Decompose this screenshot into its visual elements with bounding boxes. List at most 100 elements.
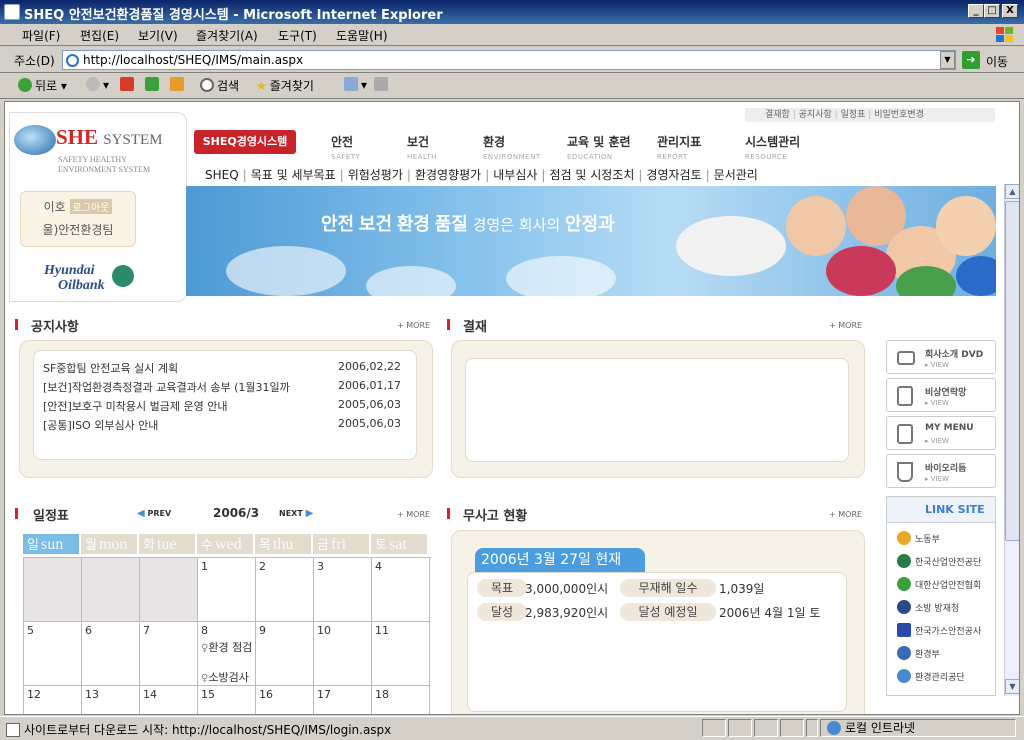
subnav-management-review[interactable]: 경영자검토 — [646, 168, 701, 182]
calendar-day[interactable]: 5 — [24, 622, 82, 686]
prev-arrow-icon: ◀ — [137, 508, 145, 519]
calendar-event[interactable]: ♀소방검사 — [201, 669, 252, 685]
logout-button[interactable]: 로그아웃 — [69, 199, 113, 214]
she-logo-icon — [14, 125, 56, 155]
page-icon — [6, 723, 20, 737]
banner-phrase: 경영은 회사의 — [472, 216, 561, 234]
mail-button[interactable]: ▾ — [344, 77, 367, 92]
nav-sheq-system[interactable]: SHEQ경영시스템 — [194, 130, 296, 154]
link-fire-agency[interactable]: 소방 방재청 — [897, 600, 959, 614]
print-button[interactable] — [374, 77, 391, 92]
link-kosha[interactable]: 한국산업안전공단 — [897, 554, 981, 568]
link-environment-ministry[interactable]: 환경부 — [897, 646, 940, 660]
util-link-approval-box[interactable]: 결재함 — [765, 110, 790, 120]
favorites-button[interactable]: ★ 즐겨찾기 — [256, 77, 314, 94]
menu-tools[interactable]: 도구(T) — [278, 27, 317, 44]
menu-view[interactable]: 보기(V) — [138, 27, 178, 44]
approval-more-link[interactable]: + MORE — [829, 321, 862, 330]
calendar-day[interactable]: 14 — [140, 686, 198, 714]
calendar-day[interactable]: 6 — [82, 622, 140, 686]
calendar-day[interactable]: 1 — [198, 558, 256, 622]
calendar-day[interactable]: 11 — [372, 622, 430, 686]
status-bar: 사이트로부터 다운로드 시작: http://localhost/SHEQ/IM… — [0, 716, 1024, 740]
calendar-day[interactable]: 13 — [82, 686, 140, 714]
zone-label: 로컬 인트라넷 — [845, 721, 916, 735]
calendar-day[interactable]: 16 — [256, 686, 314, 714]
nav-report[interactable]: 관리지표 REPORT — [657, 133, 701, 161]
subnav-inspection[interactable]: 점검 및 시정조치 — [549, 168, 634, 182]
company-dvd-view: ▸ VIEW — [925, 361, 949, 369]
menu-file[interactable]: 파일(F) — [22, 27, 60, 44]
subnav-sheq[interactable]: SHEQ — [205, 168, 239, 182]
address-dropdown-button[interactable]: ▼ — [940, 51, 955, 69]
calendar-day[interactable]: 7 — [140, 622, 198, 686]
refresh-button[interactable] — [145, 77, 162, 92]
calendar-day[interactable]: 15 — [198, 686, 256, 714]
util-link-change-password[interactable]: 비밀번호변경 — [874, 110, 924, 120]
notice-more-link[interactable]: + MORE — [397, 321, 430, 330]
scroll-down-button[interactable]: ▼ — [1005, 679, 1019, 694]
stop-button[interactable] — [120, 77, 137, 92]
menu-help[interactable]: 도움말(H) — [336, 27, 388, 44]
close-button[interactable]: X — [1002, 4, 1018, 18]
calendar-day[interactable]: 18 — [372, 686, 430, 714]
biorhythm-button[interactable]: 바이오리듬 ▸ VIEW — [886, 454, 996, 488]
nav-safety-label: 안전 — [331, 135, 354, 149]
my-menu-button[interactable]: MY MENU ▸ VIEW — [886, 416, 996, 450]
emergency-contacts-button[interactable]: 비상연락망 ▸ VIEW — [886, 378, 996, 412]
menu-favorites[interactable]: 즐겨찾기(A) — [196, 27, 258, 44]
forward-button[interactable]: ▾ — [86, 77, 109, 92]
link-safety-association[interactable]: 대한산업안전협회 — [897, 577, 981, 591]
link-gas-safety[interactable]: 한국가스안전공사 — [897, 623, 981, 637]
target-label: 목표 — [477, 579, 527, 597]
calendar-day[interactable]: 2 — [256, 558, 314, 622]
banner-people-image — [636, 186, 996, 296]
subnav-risk-assessment[interactable]: 위험성평가 — [348, 168, 403, 182]
util-link-notice[interactable]: 공지사항 — [799, 110, 832, 120]
util-link-schedule[interactable]: 일정표 — [841, 110, 866, 120]
window-title: SHEQ 안전보건환경품질 경영시스템 - Microsoft Internet… — [24, 8, 443, 23]
security-zone: 로컬 인트라넷 — [820, 719, 1016, 737]
calendar-day[interactable]: 12 — [24, 686, 82, 714]
nav-education[interactable]: 교육 및 훈련 EDUCATION — [567, 133, 631, 161]
days-label: 무재해 일수 — [620, 579, 716, 597]
scroll-up-button[interactable]: ▲ — [1005, 184, 1019, 199]
go-button[interactable]: ➔ 이동 — [962, 51, 1020, 69]
link-labor-ministry[interactable]: 노동부 — [897, 531, 940, 545]
subnav-env-impact[interactable]: 환경영향평가 — [415, 168, 481, 182]
calendar-next-button[interactable]: NEXT ▶ — [279, 508, 313, 519]
vertical-scrollbar[interactable]: ▲ ▼ — [1004, 184, 1019, 696]
calendar-event[interactable]: ♀환경 점검 — [201, 639, 252, 655]
back-button[interactable]: 뒤로 ▾ — [18, 77, 67, 94]
subnav-documents[interactable]: 문서관리 — [714, 168, 758, 182]
title-bar: SHEQ 안전보건환경품질 경영시스템 - Microsoft Internet… — [0, 0, 1024, 24]
search-button[interactable]: 검색 — [200, 77, 239, 94]
minimize-button[interactable]: _ — [968, 4, 984, 18]
maximize-button[interactable]: □ — [984, 4, 1000, 18]
calendar-day[interactable]: 4 — [372, 558, 430, 622]
nav-environment[interactable]: 환경 ENVIRONMENT — [483, 133, 541, 161]
calendar-day[interactable]: 17 — [314, 686, 372, 714]
banner-slogan: 안전 보건 환경 품질 경영은 회사의 안정과 — [321, 210, 615, 236]
expected-value: 2006년 4월 1일 토 — [719, 606, 821, 620]
nav-health[interactable]: 보건 HEALTH — [407, 133, 437, 161]
menu-edit[interactable]: 편집(E) — [80, 27, 119, 44]
link-environment-corp[interactable]: 환경관리공단 — [897, 669, 965, 683]
schedule-more-link[interactable]: + MORE — [397, 510, 430, 519]
scroll-thumb[interactable] — [1005, 201, 1019, 541]
schedule-title: 일정표 — [33, 509, 69, 524]
calendar-day[interactable]: 3 — [314, 558, 372, 622]
calendar-day[interactable]: 10 — [314, 622, 372, 686]
nav-resource[interactable]: 시스템관리 RESOURCE — [745, 133, 800, 161]
home-button[interactable] — [170, 77, 187, 92]
calendar-day[interactable]: 8 ♀환경 점검 ♀소방검사 — [198, 622, 256, 686]
accident-more-link[interactable]: + MORE — [829, 510, 862, 519]
subnav-internal-audit[interactable]: 내부심사 — [493, 168, 537, 182]
nav-safety[interactable]: 안전 SAFETY — [331, 133, 360, 161]
calendar-prev-button[interactable]: ◀ PREV — [137, 508, 171, 519]
calendar-month: 2006/3 — [213, 506, 260, 520]
company-dvd-button[interactable]: 회사소개 DVD ▸ VIEW — [886, 340, 996, 374]
address-input[interactable]: http://localhost/SHEQ/IMS/main.aspx — [62, 50, 956, 70]
calendar-day[interactable]: 9 — [256, 622, 314, 686]
subnav-objectives[interactable]: 목표 및 세부목표 — [251, 168, 336, 182]
